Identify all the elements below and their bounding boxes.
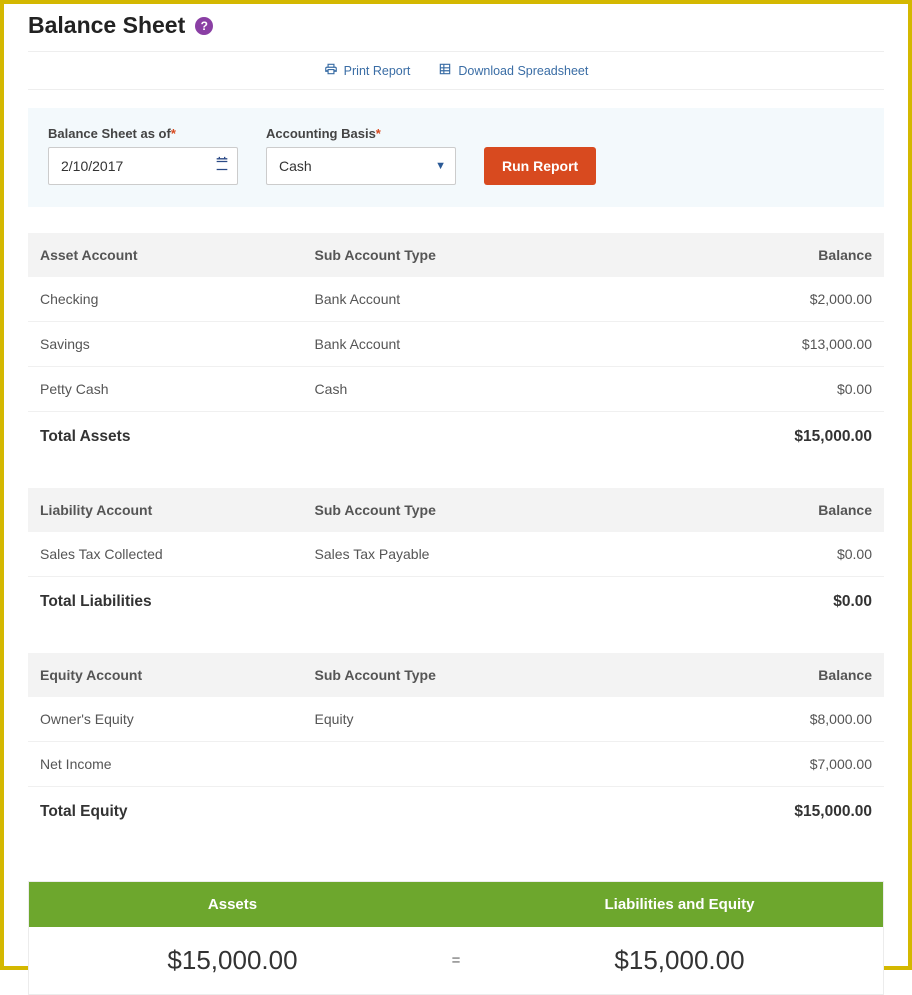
cell-sub: Equity — [315, 711, 623, 727]
assets-total-label: Total Assets — [40, 428, 622, 446]
cell-name: Petty Cash — [40, 381, 315, 397]
filter-panel: Balance Sheet as of* Accounting Basis* C… — [28, 108, 884, 207]
cell-sub: Sales Tax Payable — [315, 546, 623, 562]
cell-bal: $0.00 — [622, 546, 872, 562]
liabilities-header-sub: Sub Account Type — [315, 502, 623, 518]
table-row: Petty Cash Cash $0.00 — [28, 367, 884, 412]
basis-select-wrap: Cash ▼ — [266, 147, 456, 185]
equity-total-row: Total Equity $15,000.00 — [28, 787, 884, 837]
run-report-button[interactable]: Run Report — [484, 147, 596, 185]
liabilities-header-bal: Balance — [622, 502, 872, 518]
page-title: Balance Sheet — [28, 12, 185, 39]
download-spreadsheet-label: Download Spreadsheet — [458, 64, 588, 78]
table-row: Owner's Equity Equity $8,000.00 — [28, 697, 884, 742]
date-field-group: Balance Sheet as of* — [48, 126, 238, 185]
summary-liab-equity-value: $15,000.00 — [476, 927, 883, 994]
date-input[interactable] — [48, 147, 238, 185]
summary-assets-value: $15,000.00 — [29, 927, 436, 994]
equity-total-label: Total Equity — [40, 803, 622, 821]
cell-name: Savings — [40, 336, 315, 352]
assets-header-row: Asset Account Sub Account Type Balance — [28, 233, 884, 277]
summary-liab-equity-label: Liabilities and Equity — [476, 882, 883, 927]
assets-header-name: Asset Account — [40, 247, 315, 263]
cell-name: Owner's Equity — [40, 711, 315, 727]
summary-body: $15,000.00 = $15,000.00 — [29, 927, 883, 994]
required-star: * — [171, 126, 176, 141]
cell-bal: $8,000.00 — [622, 711, 872, 727]
print-report-link[interactable]: Print Report — [324, 62, 411, 79]
cell-bal: $0.00 — [622, 381, 872, 397]
cell-bal: $2,000.00 — [622, 291, 872, 307]
summary-assets-label: Assets — [29, 882, 436, 927]
help-icon[interactable]: ? — [195, 17, 213, 35]
liabilities-header-row: Liability Account Sub Account Type Balan… — [28, 488, 884, 532]
equity-section: Equity Account Sub Account Type Balance … — [28, 653, 884, 837]
assets-total-value: $15,000.00 — [622, 428, 872, 446]
equity-header-bal: Balance — [622, 667, 872, 683]
liabilities-total-value: $0.00 — [622, 593, 872, 611]
basis-select[interactable]: Cash — [266, 147, 456, 185]
printer-icon — [324, 62, 338, 79]
equity-header-sub: Sub Account Type — [315, 667, 623, 683]
summary-header: Assets Liabilities and Equity — [29, 882, 883, 927]
equity-header-name: Equity Account — [40, 667, 315, 683]
summary-equals: = — [436, 952, 476, 969]
actions-row: Print Report Download Spreadsheet — [28, 51, 884, 90]
table-row: Sales Tax Collected Sales Tax Payable $0… — [28, 532, 884, 577]
liabilities-total-label: Total Liabilities — [40, 593, 622, 611]
cell-sub: Bank Account — [315, 291, 623, 307]
assets-total-row: Total Assets $15,000.00 — [28, 412, 884, 462]
liabilities-header-name: Liability Account — [40, 502, 315, 518]
cell-name: Checking — [40, 291, 315, 307]
spreadsheet-icon — [438, 62, 452, 79]
table-row: Checking Bank Account $2,000.00 — [28, 277, 884, 322]
cell-bal: $7,000.00 — [622, 756, 872, 772]
liabilities-section: Liability Account Sub Account Type Balan… — [28, 488, 884, 627]
print-report-label: Print Report — [344, 64, 411, 78]
page-title-row: Balance Sheet ? — [28, 12, 884, 39]
equity-header-row: Equity Account Sub Account Type Balance — [28, 653, 884, 697]
cell-name: Sales Tax Collected — [40, 546, 315, 562]
cell-sub: Bank Account — [315, 336, 623, 352]
required-star: * — [376, 126, 381, 141]
cell-bal: $13,000.00 — [622, 336, 872, 352]
cell-sub: Cash — [315, 381, 623, 397]
liabilities-total-row: Total Liabilities $0.00 — [28, 577, 884, 627]
table-row: Net Income $7,000.00 — [28, 742, 884, 787]
summary-header-spacer — [436, 882, 476, 927]
equity-total-value: $15,000.00 — [622, 803, 872, 821]
assets-header-bal: Balance — [622, 247, 872, 263]
date-label: Balance Sheet as of* — [48, 126, 238, 141]
cell-sub — [315, 756, 623, 772]
assets-header-sub: Sub Account Type — [315, 247, 623, 263]
summary-panel: Assets Liabilities and Equity $15,000.00… — [28, 881, 884, 995]
date-input-wrap — [48, 147, 238, 185]
download-spreadsheet-link[interactable]: Download Spreadsheet — [438, 62, 588, 79]
assets-section: Asset Account Sub Account Type Balance C… — [28, 233, 884, 462]
table-row: Savings Bank Account $13,000.00 — [28, 322, 884, 367]
basis-label: Accounting Basis* — [266, 126, 456, 141]
cell-name: Net Income — [40, 756, 315, 772]
basis-field-group: Accounting Basis* Cash ▼ — [266, 126, 456, 185]
